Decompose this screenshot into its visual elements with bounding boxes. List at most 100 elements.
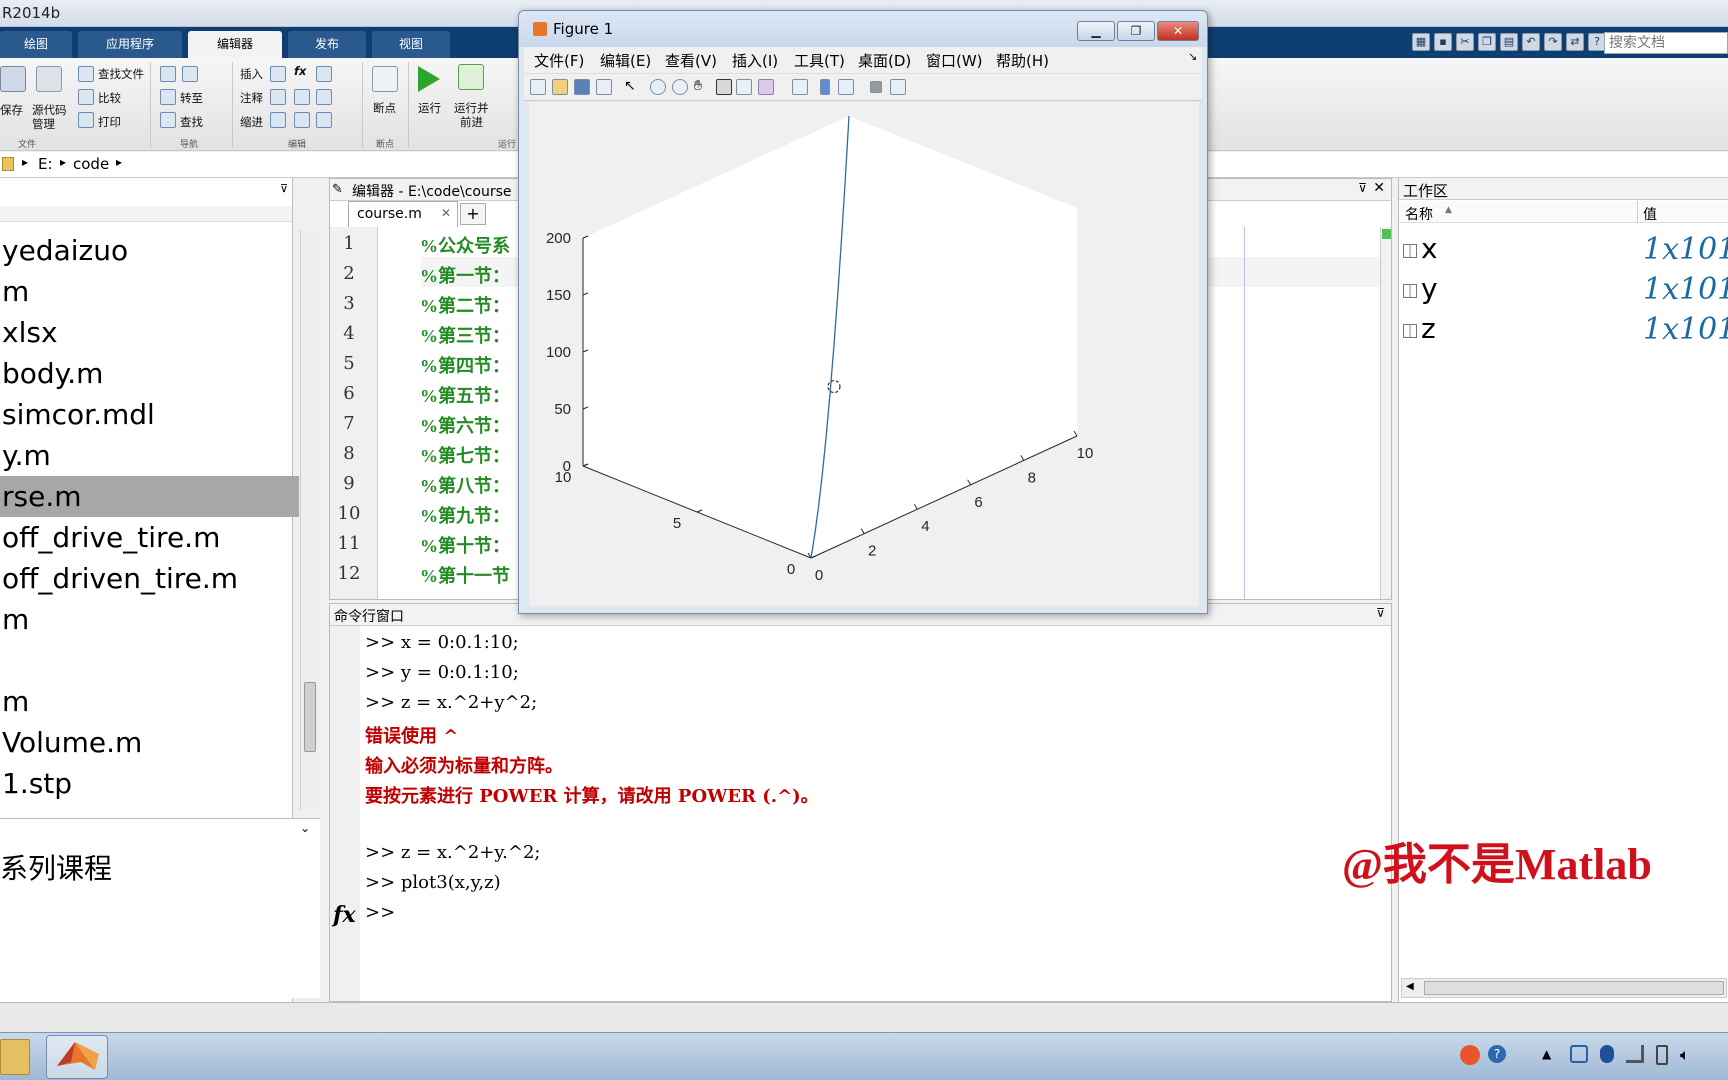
code-line[interactable]: %第三节： <box>420 322 510 348</box>
command-output[interactable]: >> x = 0:0.1:10; >> y = 0:0.1:10; >> z = x… <box>330 626 1390 986</box>
code-line[interactable]: %第六节： <box>420 412 510 438</box>
file-list-item[interactable]: y.m <box>0 435 300 476</box>
code-line[interactable]: %第五节： <box>420 382 510 408</box>
code-line[interactable]: %第十节： <box>420 532 510 558</box>
insert-function-icon[interactable]: fx <box>294 64 306 78</box>
chevron-down-icon[interactable]: ⌄ <box>300 821 310 835</box>
code-line[interactable]: %第二节： <box>420 292 510 318</box>
new-figure-icon[interactable] <box>530 79 546 95</box>
file-list-item[interactable]: Volume.m <box>0 722 300 763</box>
dock-arrow-icon[interactable]: ↘ <box>1188 50 1197 63</box>
tab-view[interactable]: 视图 <box>372 31 450 58</box>
tab-plots[interactable]: 绘图 <box>0 31 72 58</box>
panel-menu-icon[interactable]: ⊽ <box>1358 181 1367 195</box>
copy-icon[interactable]: ❐ <box>1478 33 1496 51</box>
hide-plot-tools-icon[interactable] <box>870 81 882 93</box>
find-button[interactable]: 查找 <box>180 114 203 130</box>
decrease-indent-icon[interactable] <box>316 112 332 128</box>
file-list-item[interactable]: m <box>0 681 300 722</box>
uncomment-icon[interactable] <box>294 89 310 105</box>
undo-icon[interactable]: ↶ <box>1522 33 1540 51</box>
colorbar-icon[interactable] <box>820 79 830 95</box>
menu-window[interactable]: 窗口(W) <box>926 50 983 71</box>
workspace-variable-name[interactable]: y <box>1421 272 1438 305</box>
code-line[interactable]: %第一节： <box>420 262 510 288</box>
security-shield-icon[interactable] <box>1570 1045 1588 1063</box>
sogou-input-icon[interactable] <box>1460 1045 1480 1065</box>
legend-icon[interactable] <box>838 79 854 95</box>
file-list-item[interactable]: m <box>0 271 300 312</box>
goto-button[interactable]: 转至 <box>180 90 203 106</box>
show-plot-tools-icon[interactable] <box>890 79 906 95</box>
rotate-3d-icon[interactable] <box>716 79 732 95</box>
panel-menu-icon[interactable]: ⊽ <box>1376 606 1385 620</box>
pan-hand-icon[interactable]: ✋︎ <box>694 79 710 95</box>
command-prompt[interactable]: >> <box>365 902 395 923</box>
print-figure-icon[interactable] <box>596 79 612 95</box>
search-documentation-input[interactable]: 搜索文档 <box>1604 32 1728 54</box>
run-button[interactable]: 运行 <box>418 100 441 116</box>
smart-indent-icon[interactable] <box>270 112 286 128</box>
workspace-horizontal-scrollbar[interactable]: ◀ <box>1401 978 1727 998</box>
file-list-item[interactable]: yedaizuo <box>0 230 300 271</box>
back-arrow-icon[interactable] <box>160 66 176 82</box>
file-list-item[interactable]: 1.stp <box>0 763 300 804</box>
battery-icon[interactable] <box>1656 1045 1668 1065</box>
file-list-item[interactable]: m <box>0 599 300 640</box>
code-line[interactable]: %第九节： <box>420 502 510 528</box>
data-cursor-icon[interactable] <box>736 79 752 95</box>
column-name-header[interactable]: 名称 <box>1405 204 1433 224</box>
file-list-item[interactable]: body.m <box>0 353 300 394</box>
open-file-icon[interactable] <box>552 79 568 95</box>
file-list-item[interactable]: off_driven_tire.m <box>0 558 300 599</box>
comment-percent-icon[interactable] <box>270 89 286 105</box>
panel-menu-icon[interactable]: ⊽ <box>280 182 288 195</box>
editor-scrollbar[interactable] <box>1380 227 1391 599</box>
workspace-variable-name[interactable]: z <box>1421 312 1436 345</box>
function-browser-icon[interactable]: fx <box>333 902 356 928</box>
menu-help[interactable]: 帮助(H) <box>996 50 1049 71</box>
menu-file[interactable]: 文件(F) <box>534 50 584 71</box>
workspace-variable-name[interactable]: x <box>1421 232 1438 265</box>
tab-editor[interactable]: 编辑器 <box>188 31 282 58</box>
scrollbar-thumb[interactable] <box>304 682 316 752</box>
scrollbar-thumb[interactable] <box>1424 981 1724 995</box>
insert-script-icon[interactable] <box>316 66 332 82</box>
insert-section-icon[interactable] <box>270 66 286 82</box>
breadcrumb-folder[interactable]: code <box>73 155 109 173</box>
tab-course-m[interactable]: course.m ✕ <box>348 201 458 227</box>
bluetooth-icon[interactable] <box>1600 1045 1614 1063</box>
file-list-item[interactable]: rse.m <box>0 476 299 517</box>
increase-indent-icon[interactable] <box>294 112 310 128</box>
add-tab-button[interactable]: + <box>460 203 486 225</box>
wrap-comment-icon[interactable] <box>316 89 332 105</box>
breadcrumb-drive[interactable]: E: <box>38 155 53 173</box>
brush-icon[interactable] <box>758 79 774 95</box>
maximize-button[interactable]: ❐ <box>1117 21 1155 41</box>
breakpoint-button[interactable]: 断点 <box>373 100 396 116</box>
tab-apps[interactable]: 应用程序 <box>78 31 182 58</box>
menu-desktop[interactable]: 桌面(D) <box>858 50 911 71</box>
menu-view[interactable]: 查看(V) <box>665 50 717 71</box>
pointer-icon[interactable]: ↖ <box>624 79 640 95</box>
compare-button[interactable]: 比较 <box>98 90 121 106</box>
menu-tools[interactable]: 工具(T) <box>794 50 845 71</box>
print-button[interactable]: 打印 <box>98 114 121 130</box>
file-list-item[interactable] <box>0 640 300 681</box>
volume-icon[interactable]: 🔈︎ <box>1680 1045 1690 1065</box>
find-file-button[interactable]: 查找文件 <box>98 66 144 82</box>
cut-icon[interactable]: ✂ <box>1456 33 1474 51</box>
file-list-item[interactable]: simcor.mdl <box>0 394 300 435</box>
column-divider[interactable] <box>1637 201 1638 223</box>
close-button[interactable]: ✕ <box>1157 21 1199 41</box>
code-analyzer-indicator[interactable] <box>1382 229 1391 239</box>
comment-button[interactable]: 注释 <box>240 90 263 106</box>
code-line[interactable]: %第四节： <box>420 352 510 378</box>
save-figure-icon[interactable] <box>574 79 590 95</box>
figure-title-bar[interactable]: Figure 1 ▁ ❐ ✕ <box>519 11 1207 47</box>
tab-publish[interactable]: 发布 <box>288 31 366 58</box>
code-line[interactable]: %公众号系 <box>420 232 510 258</box>
file-list-item[interactable]: off_drive_tire.m <box>0 517 300 558</box>
network-icon[interactable] <box>1626 1045 1644 1063</box>
save-icon[interactable]: ▪ <box>1434 33 1452 51</box>
